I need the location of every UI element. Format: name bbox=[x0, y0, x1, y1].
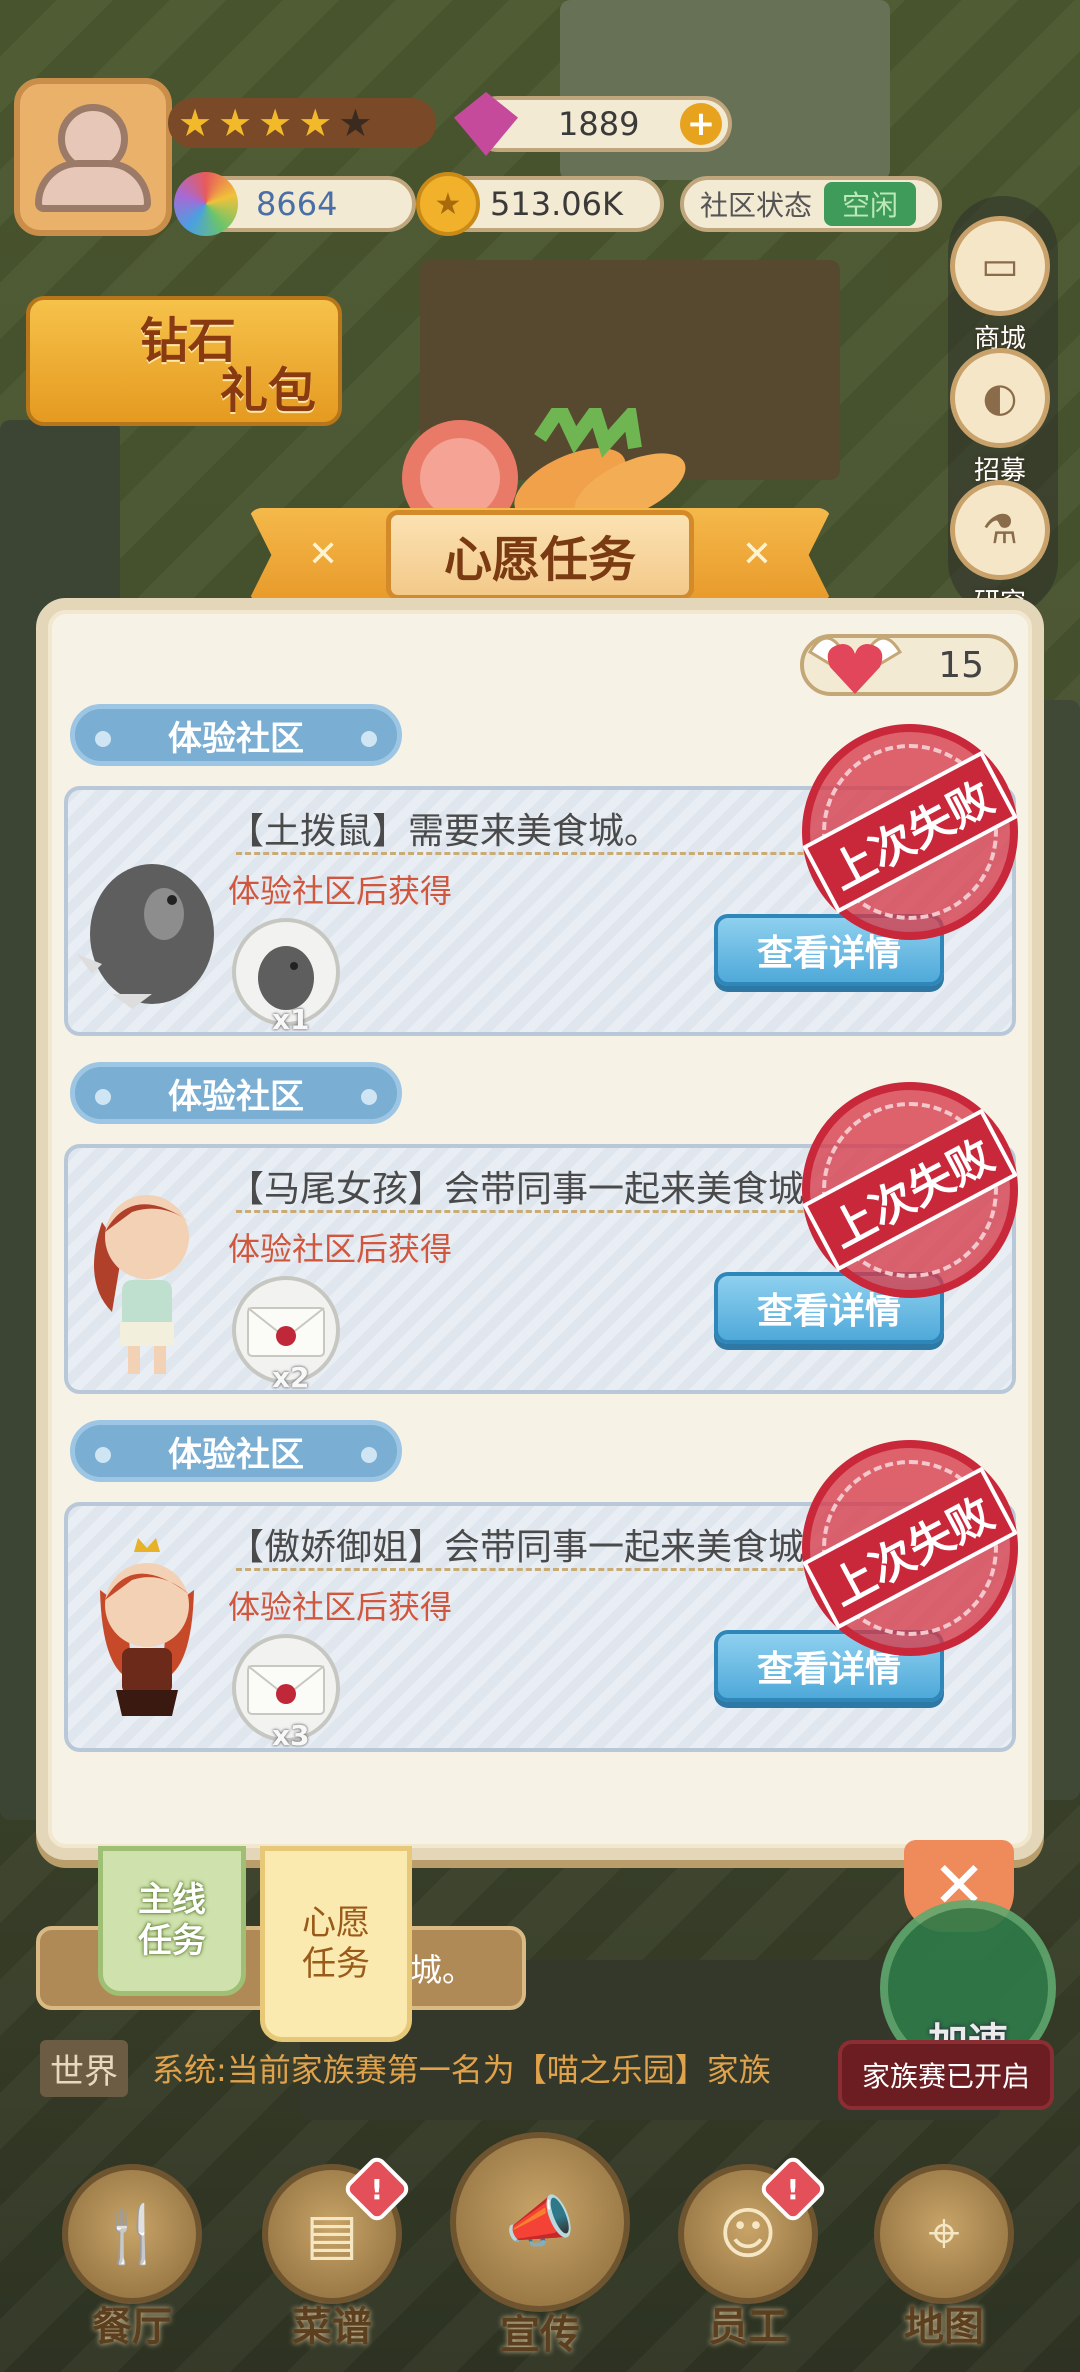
task-subtitle: 体验社区后获得 bbox=[228, 1230, 453, 1268]
reward-item[interactable]: x3 bbox=[232, 1634, 340, 1752]
tab-wish-label: 心愿 任务 bbox=[302, 1903, 370, 1984]
add-gems-button[interactable]: + bbox=[680, 103, 722, 145]
divider bbox=[236, 1568, 876, 1571]
diamond-pack-title: 钻石 礼包 bbox=[140, 316, 316, 417]
nav-restaurant[interactable]: 🍴 餐厅 bbox=[52, 2164, 212, 2364]
restaurant-icon: 🍴 bbox=[62, 2164, 202, 2304]
stamp-text: 上次失败 bbox=[802, 1108, 1018, 1272]
utensils-icon: ✕ bbox=[741, 534, 772, 575]
tab-main-quest[interactable]: 主线 任务 bbox=[98, 1846, 246, 1996]
star-icon: ★ bbox=[298, 101, 333, 145]
chat-message: 系统:当前家族赛第一名为【喵之乐园】家族 bbox=[152, 2051, 771, 2089]
nav-map[interactable]: ⌖ 地图 bbox=[864, 2164, 1024, 2364]
task-card: 【傲娇御姐】会带同事一起来美食城 体验社区后获得 x3 查看详情 上次失败 bbox=[64, 1440, 1018, 1752]
reward-quantity: x2 bbox=[272, 1361, 310, 1394]
diamond-pack-button[interactable]: 钻石 礼包 bbox=[26, 296, 342, 426]
rating-stars: ★ ★ ★ ★ ★ bbox=[168, 98, 436, 148]
cd-value: 8664 bbox=[256, 185, 338, 223]
shop-button[interactable]: ▭ 商城 bbox=[950, 216, 1050, 355]
gem-value: 1889 bbox=[558, 105, 640, 143]
task-subtitle: 体验社区后获得 bbox=[228, 872, 453, 910]
task-title: 【土拨鼠】需要来美食城。 bbox=[228, 811, 661, 852]
diamond-pack-line2: 礼包 bbox=[220, 363, 317, 420]
megaphone-icon: 📣 bbox=[450, 2132, 630, 2312]
reward-quantity: x3 bbox=[272, 1719, 310, 1752]
reward-item[interactable]: x1 bbox=[232, 918, 340, 1036]
stamp-text: 上次失败 bbox=[802, 1466, 1018, 1630]
ponytail-girl-icon bbox=[94, 1195, 190, 1374]
diamond-pack-line1: 钻石 bbox=[140, 313, 237, 369]
nav-staff[interactable]: ☺ 员工 ! bbox=[668, 2153, 829, 2364]
stamp-text: 上次失败 bbox=[802, 750, 1018, 914]
queen-girl-icon bbox=[100, 1538, 194, 1716]
failed-stamp: 上次失败 bbox=[802, 1440, 1018, 1656]
nav-recipe-label: 菜谱 bbox=[292, 2304, 372, 2350]
task-subtitle: 体验社区后获得 bbox=[228, 1588, 453, 1626]
failed-stamp: 上次失败 bbox=[802, 1082, 1018, 1298]
reward-item[interactable]: x2 bbox=[232, 1276, 340, 1394]
star-icon: ★ bbox=[258, 101, 293, 145]
recruit-icon: ◐ bbox=[950, 348, 1050, 448]
modal-title: 心愿任务 bbox=[386, 510, 694, 600]
divider bbox=[236, 852, 876, 855]
nav-promotion-label: 宣传 bbox=[500, 2312, 580, 2358]
task-card: 【马尾女孩】会带同事一起来美食城 体验社区后获得 x2 查看详情 上次失败 bbox=[64, 1082, 1018, 1394]
nav-recipe[interactable]: ▤ 菜谱 ! bbox=[252, 2153, 413, 2364]
shop-icon: ▭ bbox=[950, 216, 1050, 316]
nav-map-label: 地图 bbox=[904, 2304, 984, 2350]
coin-counter: ★ 513.06K bbox=[416, 172, 664, 236]
section-tag: 体验社区 bbox=[70, 1062, 402, 1124]
map-icon: ⌖ bbox=[874, 2164, 1014, 2304]
cd-disc-icon bbox=[174, 172, 238, 236]
status-value: 空闲 bbox=[824, 182, 917, 226]
failed-stamp: 上次失败 bbox=[802, 724, 1018, 940]
status-label: 社区状态 bbox=[700, 189, 813, 222]
research-icon: ⚗ bbox=[950, 480, 1050, 580]
task-title: 【傲娇御姐】会带同事一起来美食城 bbox=[228, 1527, 805, 1568]
reward-quantity: x1 bbox=[272, 1003, 310, 1036]
utensils-icon: ✕ bbox=[308, 534, 339, 575]
star-icon: ★ bbox=[178, 101, 213, 145]
divider bbox=[236, 1210, 876, 1213]
chat-channel-tag: 世界 bbox=[40, 2039, 128, 2097]
recruit-button[interactable]: ◐ 招募 bbox=[950, 348, 1050, 487]
tab-wish-quest[interactable]: 心愿 任务 bbox=[260, 1846, 412, 2042]
task-card: 【土拨鼠】需要来美食城。 体验社区后获得 x1 查看详情 上次失败 bbox=[64, 724, 1018, 1036]
family-event-popup[interactable]: 家族赛已开启 bbox=[838, 2040, 1054, 2110]
tab-main-label: 主线 任务 bbox=[138, 1880, 206, 1961]
player-avatar[interactable] bbox=[14, 78, 172, 236]
coin-icon: ★ bbox=[416, 172, 480, 236]
task-title: 【马尾女孩】会带同事一起来美食城 bbox=[228, 1169, 805, 1210]
star-empty-icon: ★ bbox=[338, 101, 373, 145]
winged-heart-icon bbox=[807, 636, 903, 694]
nav-restaurant-label: 餐厅 bbox=[92, 2304, 172, 2350]
bottom-nav: 🍴 餐厅 ▤ 菜谱 ! 📣 宣传 ☺ 员工 ! ⌖ 地图 bbox=[0, 2124, 1080, 2372]
avatar-body bbox=[35, 160, 151, 212]
nav-staff-label: 员工 bbox=[708, 2304, 788, 2350]
section-tag: 体验社区 bbox=[70, 1420, 402, 1482]
section-tag: 体验社区 bbox=[70, 704, 402, 766]
nav-promotion[interactable]: 📣 宣传 bbox=[448, 2132, 632, 2358]
gem-counter[interactable]: 1889 + bbox=[454, 92, 732, 156]
vegetables-icon bbox=[402, 408, 686, 518]
groundhog-icon bbox=[77, 864, 214, 1009]
hearts-value: 15 bbox=[938, 644, 984, 686]
coin-value: 513.06K bbox=[490, 185, 623, 223]
quest-tracker-text: 城。 bbox=[410, 1951, 475, 1989]
star-icon: ★ bbox=[218, 101, 253, 145]
community-status: 社区状态 空闲 bbox=[680, 176, 942, 232]
cd-counter: 8664 bbox=[174, 172, 416, 236]
